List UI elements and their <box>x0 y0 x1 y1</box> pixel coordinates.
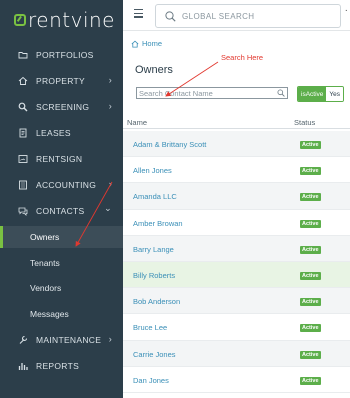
ledger-icon <box>18 180 28 190</box>
contact-search[interactable] <box>136 87 288 99</box>
chevron-right-icon: › <box>108 179 112 189</box>
sidebar-item-accounting[interactable]: ACCOUNTING › <box>0 174 123 196</box>
chevron-down-icon: ⌄ <box>104 203 112 213</box>
brand-name: rentvine <box>28 8 115 32</box>
chevron-right-icon: › <box>108 75 112 85</box>
folder-icon <box>18 50 28 60</box>
owner-name-link[interactable]: Bob Anderson <box>133 297 180 306</box>
chart-icon <box>18 361 28 371</box>
sidebar-item-reports[interactable]: REPORTS <box>0 355 123 377</box>
owner-name-link[interactable]: Amber Browan <box>133 219 183 228</box>
sidebar-subitem-owners[interactable]: Owners <box>0 226 123 248</box>
owner-name-link[interactable]: Carrie Jones <box>133 350 176 359</box>
status-badge: Active <box>300 193 321 202</box>
status-badge: Active <box>300 271 321 280</box>
owner-name-link[interactable]: Barry Lange <box>133 245 174 254</box>
sidebar-subitem-vendors[interactable]: Vendors <box>0 277 123 299</box>
signature-icon <box>18 154 28 164</box>
status-badge: Active <box>300 219 321 228</box>
global-search-input[interactable] <box>182 11 322 21</box>
home-icon <box>131 40 139 47</box>
table-row[interactable]: Dan Jones Active <box>123 367 350 393</box>
table-row[interactable]: Barry Lange Active <box>123 235 350 262</box>
active-filter-toggle[interactable]: isActive Yes <box>297 86 345 102</box>
table-row[interactable]: Bob Anderson Active <box>123 288 350 315</box>
breadcrumb-home-link[interactable]: Home <box>142 39 162 48</box>
wrench-icon <box>18 335 28 345</box>
sidebar-item-label: SCREENING <box>36 102 90 112</box>
table-row[interactable]: Bruce Lee Active <box>123 314 350 341</box>
contact-search-input[interactable] <box>139 88 274 98</box>
toggle-isactive[interactable]: isActive <box>298 87 327 101</box>
sidebar-item-label: PORTFOLIOS <box>36 50 94 60</box>
document-icon <box>18 128 28 138</box>
owner-name-link[interactable]: Amanda LLC <box>133 192 177 201</box>
page-title: Owners <box>135 64 173 76</box>
owner-name-link[interactable]: Billy Roberts <box>133 271 175 280</box>
more-icon[interactable]: · <box>345 5 348 16</box>
table-row[interactable]: Carrie Jones Active <box>123 340 350 367</box>
sidebar-subitem-tenants[interactable]: Tenants <box>0 252 123 274</box>
rentvine-logo-icon <box>14 14 26 26</box>
sidebar-item-label: LEASES <box>36 128 71 138</box>
status-badge: Active <box>300 167 321 176</box>
sidebar-item-label: CONTACTS <box>36 206 85 216</box>
chevron-right-icon: › <box>108 101 112 111</box>
status-badge: Active <box>300 245 321 254</box>
sidebar-item-contacts[interactable]: CONTACTS ⌄ <box>0 200 123 222</box>
sidebar-item-screening[interactable]: SCREENING › <box>0 96 123 118</box>
table-row[interactable]: Allen Jones Active <box>123 157 350 184</box>
status-badge: Active <box>300 298 321 307</box>
status-badge: Active <box>300 376 321 385</box>
sidebar-item-label: ACCOUNTING <box>36 180 97 190</box>
sidebar-item-property[interactable]: PROPERTY › <box>0 70 123 92</box>
table-row[interactable]: Billy Roberts Active <box>123 261 350 289</box>
owner-name-link[interactable]: Bruce Lee <box>133 323 167 332</box>
breadcrumb[interactable]: Home <box>131 39 162 48</box>
sidebar-subitem-messages[interactable]: Messages <box>0 303 123 325</box>
table-row[interactable]: Amber Browan Active <box>123 210 350 236</box>
sidebar-item-label: PROPERTY <box>36 76 86 86</box>
owner-name-link[interactable]: Allen Jones <box>133 166 172 175</box>
sidebar-item-leases[interactable]: LEASES <box>0 122 123 144</box>
owners-table: Adam & Brittany Scott Active Allen Jones A… <box>123 131 350 393</box>
main-content: Home Owners Search Here isActive Yes Nam… <box>123 31 350 398</box>
table-row[interactable]: Amanda LLC Active <box>123 183 350 210</box>
column-header-status[interactable]: Status <box>294 118 315 127</box>
chevron-right-icon: › <box>108 334 112 344</box>
sidebar: rentvine PORTFOLIOS PROPERTY › SCREENING… <box>0 0 123 398</box>
column-header-name[interactable]: Name <box>127 118 147 127</box>
home-icon <box>18 76 28 86</box>
table-header: Name Status <box>123 115 350 129</box>
search-icon <box>165 10 176 22</box>
contacts-icon <box>18 206 28 216</box>
global-search[interactable] <box>155 4 341 28</box>
owner-name-link[interactable]: Adam & Brittany Scott <box>133 140 206 149</box>
status-badge: Active <box>300 350 321 359</box>
sidebar-item-label: RENTSIGN <box>36 154 83 164</box>
brand-logo[interactable]: rentvine <box>0 0 123 40</box>
hamburger-menu-icon[interactable] <box>134 9 143 20</box>
search-icon <box>277 89 285 97</box>
top-bar: · <box>123 0 350 31</box>
sidebar-item-maintenance[interactable]: MAINTENANCE › <box>0 329 123 351</box>
status-badge: Active <box>300 324 321 333</box>
sidebar-item-portfolios[interactable]: PORTFOLIOS <box>0 44 123 66</box>
sidebar-item-label: REPORTS <box>36 361 80 371</box>
annotation-search-here: Search Here <box>221 53 264 62</box>
table-row[interactable]: Adam & Brittany Scott Active <box>123 131 350 158</box>
sidebar-item-label: MAINTENANCE <box>36 335 102 345</box>
status-badge: Active <box>300 141 321 149</box>
sidebar-item-rentsign[interactable]: RENTSIGN <box>0 148 123 170</box>
toggle-yes[interactable]: Yes <box>326 87 344 101</box>
owner-name-link[interactable]: Dan Jones <box>133 376 169 385</box>
magnify-icon <box>18 102 28 112</box>
